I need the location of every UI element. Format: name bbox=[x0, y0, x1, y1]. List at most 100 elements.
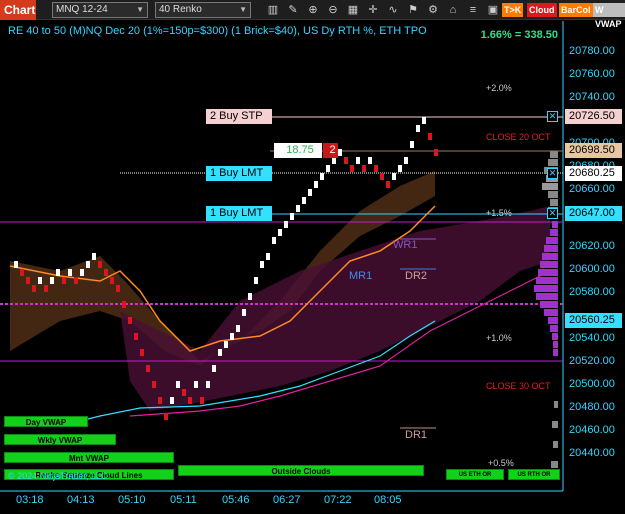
instrument-selector[interactable]: MNQ 12-24 ▼ bbox=[52, 2, 148, 18]
renko-brick bbox=[182, 389, 186, 396]
chart-header: RE 40 to 50 (M)NQ Dec 20 (1%=150p=$300) … bbox=[8, 25, 427, 37]
profile-bar bbox=[542, 253, 558, 260]
us-rth-or-button[interactable]: US RTH OR bbox=[508, 469, 560, 480]
zoom-out-icon[interactable]: ⊖ bbox=[326, 3, 340, 17]
y-tick: 20760.00 bbox=[569, 68, 615, 80]
buy-limit-order-2[interactable]: 1 Buy LMT bbox=[206, 206, 272, 221]
close-icon[interactable]: ✕ bbox=[547, 208, 558, 219]
barcol-toggle-button[interactable]: BarCol bbox=[559, 3, 593, 17]
renko-brick bbox=[80, 269, 84, 276]
renko-brick bbox=[50, 277, 54, 284]
renko-brick bbox=[26, 277, 30, 284]
close-30-label: CLOSE 30 OCT bbox=[486, 381, 551, 391]
renko-brick bbox=[290, 213, 294, 220]
bar-chart-icon[interactable]: ▥ bbox=[266, 3, 280, 17]
renko-brick bbox=[188, 397, 192, 404]
chart-tab[interactable]: Chart bbox=[0, 0, 36, 20]
outside-clouds-button[interactable]: Outside Clouds bbox=[178, 465, 424, 476]
bar-type-selector[interactable]: 40 Renko ▼ bbox=[155, 2, 251, 18]
renko-brick bbox=[122, 301, 126, 308]
renko-brick bbox=[38, 277, 42, 284]
profile-bar bbox=[552, 333, 558, 340]
mnt-vwap-button[interactable]: Mnt VWAP bbox=[4, 452, 174, 463]
profile-bar bbox=[550, 199, 558, 206]
profile-bar bbox=[548, 159, 558, 166]
profile-bar bbox=[550, 229, 558, 236]
renko-brick bbox=[350, 165, 354, 172]
renko-brick bbox=[398, 165, 402, 172]
renko-brick bbox=[434, 149, 438, 156]
wvwap-toggle-button[interactable]: W VWAP bbox=[593, 3, 625, 29]
y-tick: 20460.00 bbox=[569, 424, 615, 436]
renko-brick bbox=[344, 157, 348, 164]
y-tick: 20440.00 bbox=[569, 447, 615, 459]
zoom-in-icon[interactable]: ⊕ bbox=[306, 3, 320, 17]
renko-brick bbox=[260, 261, 264, 268]
renko-brick bbox=[128, 317, 132, 324]
position-pnl[interactable]: 18.75 bbox=[274, 143, 322, 158]
renko-brick bbox=[92, 253, 96, 260]
renko-brick bbox=[164, 413, 168, 420]
properties-icon[interactable]: ⚙ bbox=[426, 3, 440, 17]
renko-brick bbox=[392, 173, 396, 180]
us-eth-or-button[interactable]: US ETH OR bbox=[446, 469, 504, 480]
tk-toggle-button[interactable]: T>K bbox=[502, 3, 524, 17]
lock-icon[interactable]: ⌂ bbox=[446, 3, 460, 17]
profile-bar bbox=[542, 183, 558, 190]
renko-brick bbox=[296, 205, 300, 212]
x-tick: 07:22 bbox=[324, 494, 352, 506]
renko-brick bbox=[362, 165, 366, 172]
position-qty[interactable]: 2 bbox=[323, 143, 338, 158]
renko-brick bbox=[224, 341, 228, 348]
close-icon[interactable]: ✕ bbox=[547, 111, 558, 122]
x-tick: 04:13 bbox=[67, 494, 95, 506]
y-tick: 20780.00 bbox=[569, 45, 615, 57]
cloud-toggle-button[interactable]: Cloud bbox=[527, 3, 557, 17]
vwap-price-box: 20560.25 bbox=[565, 313, 622, 328]
y-tick: 20660.00 bbox=[569, 183, 615, 195]
buy-stop-order[interactable]: 2 Buy STP bbox=[206, 109, 272, 124]
y-tick: 20580.00 bbox=[569, 286, 615, 298]
y-tick: 20600.00 bbox=[569, 263, 615, 275]
day-vwap-button[interactable]: Day VWAP bbox=[4, 416, 88, 427]
renko-brick bbox=[212, 365, 216, 372]
renko-brick bbox=[386, 181, 390, 188]
strategy-icon[interactable]: ⚑ bbox=[406, 3, 420, 17]
stop-price-box: 20726.50 bbox=[565, 109, 622, 124]
pencil-icon[interactable]: ✎ bbox=[286, 3, 300, 17]
profile-bar bbox=[540, 301, 558, 308]
profile-bar bbox=[536, 293, 558, 300]
renko-brick bbox=[104, 269, 108, 276]
window-linking-icon[interactable]: ▣ bbox=[486, 3, 500, 17]
level-plus-1: +1.0% bbox=[486, 333, 512, 343]
chart-toolbar: Chart MNQ 12-24 ▼ 40 Renko ▼ ▥ ✎ ⊕ ⊖ ▦ ✛… bbox=[0, 0, 625, 29]
level-plus-2: +2.0% bbox=[486, 83, 512, 93]
renko-brick bbox=[194, 381, 198, 388]
renko-brick bbox=[272, 237, 276, 244]
close-20-label: CLOSE 20 OCT bbox=[486, 132, 551, 142]
close-icon[interactable]: ✕ bbox=[547, 168, 558, 179]
renko-brick bbox=[302, 197, 306, 204]
renko-brick bbox=[158, 397, 162, 404]
crosshair-icon[interactable]: ✛ bbox=[366, 3, 380, 17]
profile-bar bbox=[544, 245, 558, 252]
last-price-box: 20680.25 bbox=[565, 166, 622, 181]
percent-change: 1.66% = 338.50 bbox=[480, 29, 558, 41]
renko-brick bbox=[86, 261, 90, 268]
buy-limit-order-1[interactable]: 1 Buy LMT bbox=[206, 166, 272, 181]
data-box-icon[interactable]: ▦ bbox=[346, 3, 360, 17]
profile-bar bbox=[548, 191, 558, 198]
renko-brick bbox=[218, 349, 222, 356]
x-tick: 05:10 bbox=[118, 494, 146, 506]
indicators-icon[interactable]: ∿ bbox=[386, 3, 400, 17]
renko-brick bbox=[170, 397, 174, 404]
dr1-label: DR1 bbox=[405, 429, 428, 441]
profile-bar bbox=[536, 277, 558, 284]
list-icon[interactable]: ≡ bbox=[466, 3, 480, 17]
x-tick: 05:11 bbox=[170, 494, 197, 506]
wkly-vwap-button[interactable]: Wkly VWAP bbox=[4, 434, 116, 445]
renko-brick bbox=[368, 157, 372, 164]
level-plus-1.5: +1.5% bbox=[486, 208, 512, 218]
profile-bar bbox=[553, 341, 558, 348]
renko-brick bbox=[248, 293, 252, 300]
